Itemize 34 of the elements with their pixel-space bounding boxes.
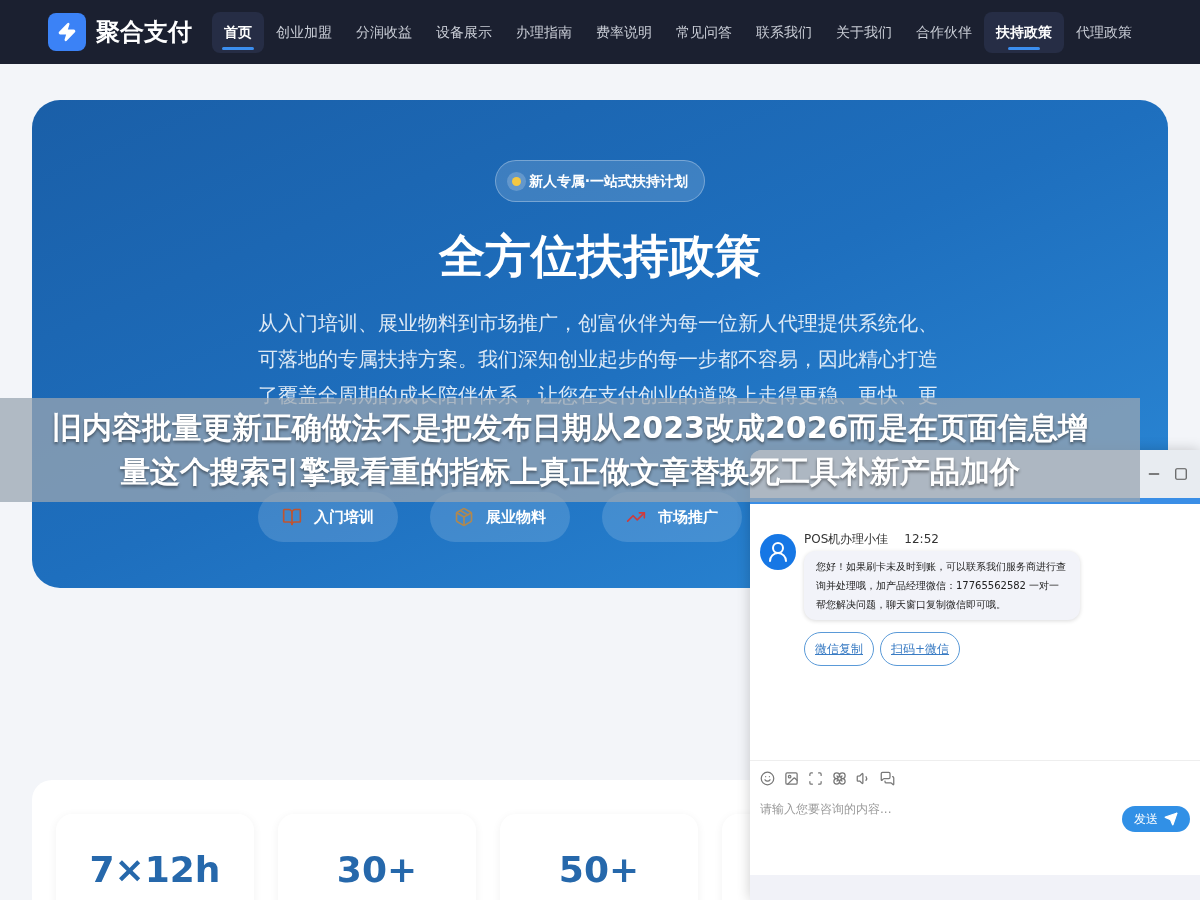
nav-tab[interactable]: 费率说明 — [584, 11, 664, 53]
box-icon — [454, 507, 474, 527]
message-bubble: 您好！如果刷卡未及时到账，可以联系我们服务商进行查询并处理哦，加产品经理微信：17765562582 一对一帮您解决问题，聊天窗口复制微信即可哦。 — [804, 551, 1080, 620]
nav-tab[interactable]: 代理政策 — [1064, 11, 1144, 53]
nav-tab[interactable]: 办理指南 — [504, 11, 584, 53]
books-icon — [282, 507, 302, 527]
banner-text: 旧内容批量更新正确做法不是把发布日期从2023改成2026而是在页面信息增量这个搜索引擎最看重的指标上真正做文章替换死工具补新产品加价 — [50, 409, 1090, 491]
hero-title: 全方位扶持政策 — [439, 228, 761, 284]
stat-value: 7×12h — [89, 848, 221, 892]
chat-bubbles-icon[interactable] — [880, 771, 895, 786]
send-icon — [1164, 812, 1178, 826]
nav-tab[interactable]: 常见问答 — [664, 11, 744, 53]
screenshot-icon[interactable] — [808, 771, 823, 786]
maximize-icon[interactable] — [1174, 467, 1188, 481]
nav-tab[interactable]: 设备展示 — [424, 11, 504, 53]
message-time: 12:52 — [904, 531, 939, 548]
nav-tab[interactable]: 首页 — [212, 11, 264, 53]
emoji-icon[interactable] — [760, 771, 775, 786]
hero-description: 从入门培训、展业物料到市场推广，创富伙伴为每一位新人代理提供系统化、可落地的专属扶持方案。我们深知创业起步的每一步都不容易，因此精心打造了覆盖全周期的成长陪伴体系，让您在支付创业的道路上走得更稳、更快、更 — [258, 311, 939, 409]
hero-badge: 新人专属·一站式扶持计划 — [494, 160, 706, 202]
image-icon[interactable] — [784, 771, 799, 786]
nav-tab[interactable]: 联系我们 — [744, 11, 824, 53]
nav-tab[interactable]: 关于我们 — [824, 11, 904, 53]
stat-value: 30+ — [336, 848, 418, 892]
nav-tab[interactable]: 分润收益 — [344, 11, 424, 53]
logo-text: 聚合支付 — [96, 17, 192, 48]
nav-tab[interactable]: 扶持政策 — [984, 11, 1064, 53]
flower-icon[interactable] — [832, 771, 847, 786]
nav-tab[interactable]: 合作伙伴 — [904, 11, 984, 53]
lightning-logo-icon — [48, 13, 86, 51]
nav-tab[interactable]: 创业加盟 — [264, 11, 344, 53]
agent-avatar — [760, 534, 796, 570]
agent-name: POS机办理小佳 — [804, 531, 889, 548]
stat-value: 50+ — [558, 848, 640, 892]
